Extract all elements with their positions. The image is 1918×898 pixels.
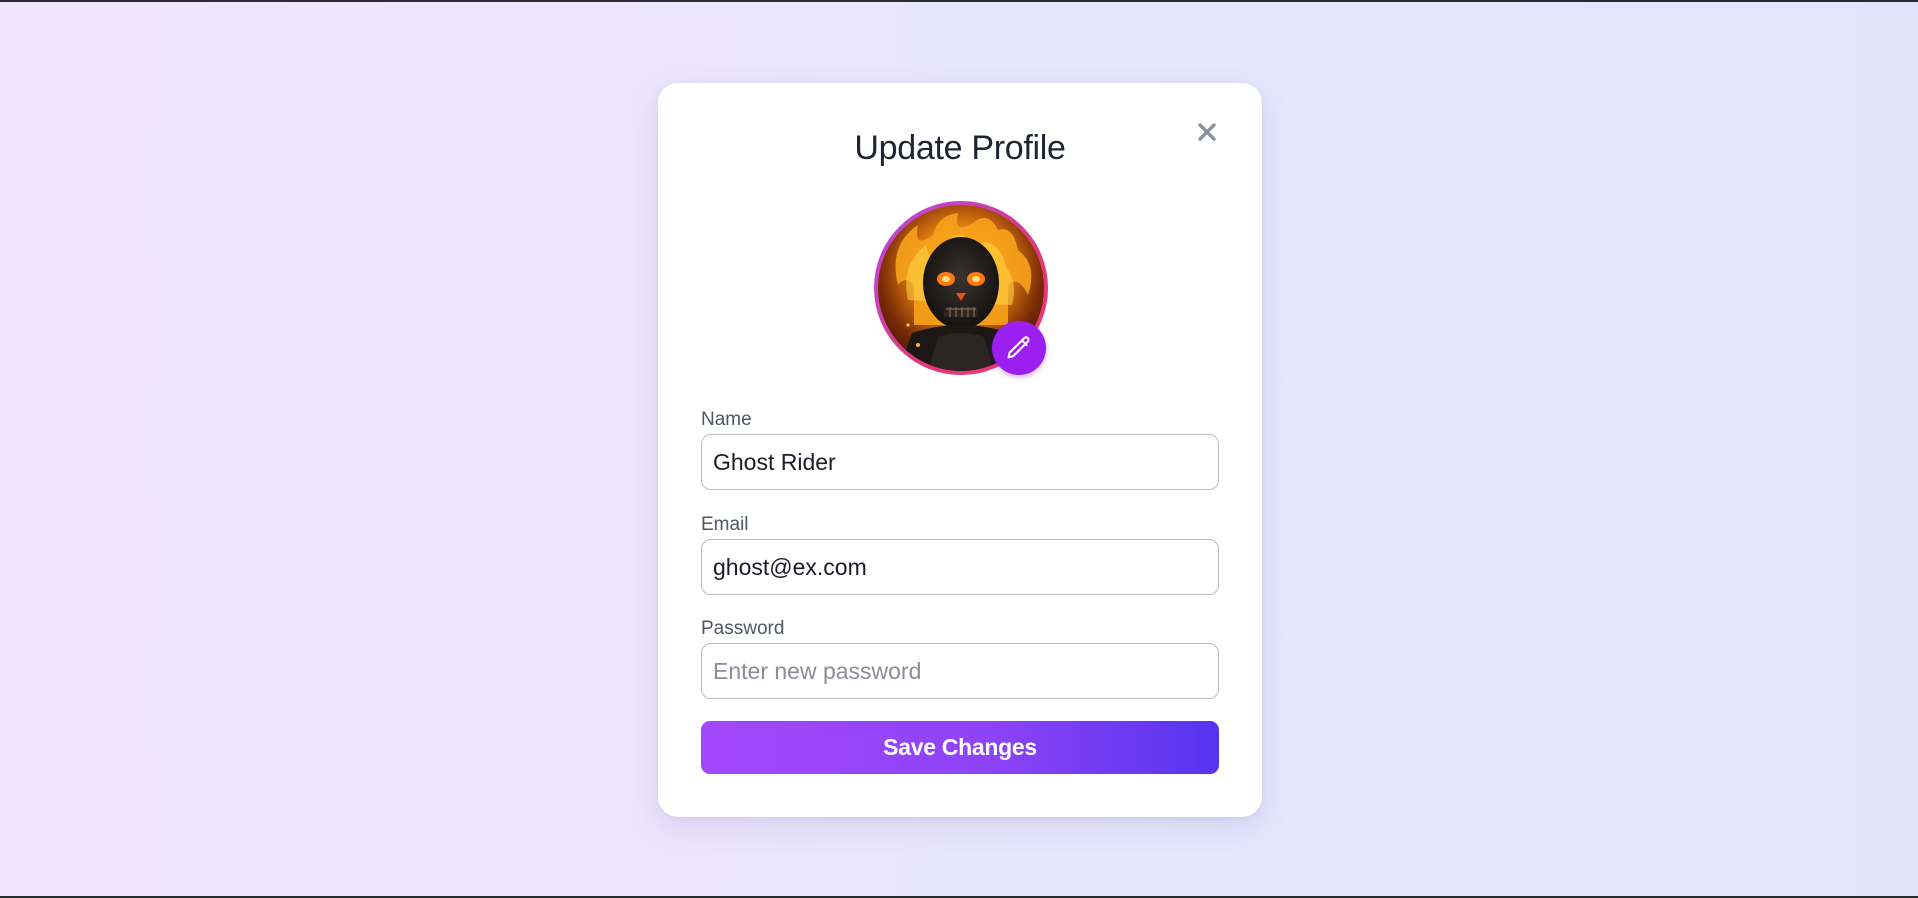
update-profile-dialog: Update Profile Name Ghost Rider Email gh… xyxy=(658,83,1262,817)
email-input[interactable] xyxy=(701,539,1219,595)
close-button[interactable] xyxy=(1191,116,1223,148)
close-icon xyxy=(1198,123,1216,141)
window-top-border xyxy=(0,0,1918,2)
email-label: Email xyxy=(701,514,749,535)
password-label: Password xyxy=(701,618,785,639)
name-input[interactable] xyxy=(701,434,1219,490)
edit-avatar-button[interactable] xyxy=(992,321,1046,375)
dialog-title: Update Profile xyxy=(854,129,1066,167)
name-label: Name xyxy=(701,409,752,430)
pencil-icon xyxy=(1007,336,1030,359)
save-changes-button[interactable]: Save Changes xyxy=(701,721,1219,774)
password-input[interactable] xyxy=(701,643,1219,699)
